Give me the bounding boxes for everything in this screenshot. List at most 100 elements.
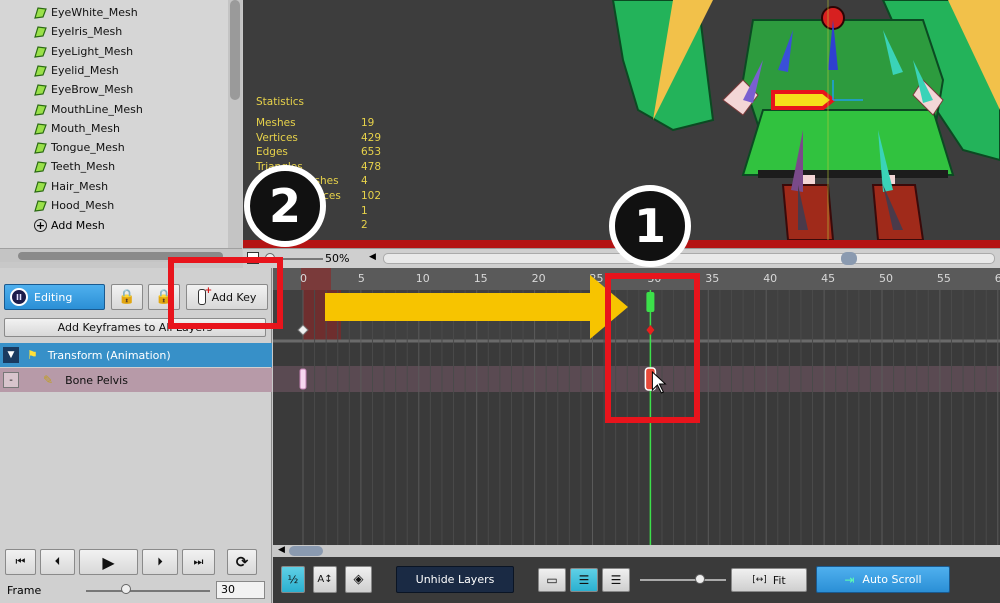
zoom-slider-handle[interactable] (265, 253, 275, 263)
row-small-icon: ▭ (546, 573, 558, 587)
mesh-icon (34, 161, 47, 174)
frame-slider[interactable] (86, 590, 210, 592)
lock-select-button[interactable]: 🔒 (111, 284, 143, 310)
first-frame-button[interactable]: ⏮ (5, 549, 36, 575)
hierarchy-horizontal-scrollbar[interactable] (0, 248, 242, 262)
sort-numbers-icon: ½ (287, 573, 299, 586)
mesh-item[interactable]: EyeIris_Mesh (34, 22, 122, 41)
mesh-item[interactable]: EyeLight_Mesh (34, 42, 133, 61)
statistics-title: Statistics (256, 96, 304, 108)
zoom-value: 50% (325, 252, 350, 265)
mesh-item[interactable]: MouthLine_Mesh (34, 100, 143, 119)
fit-button[interactable]: [↔] Fit (731, 568, 807, 592)
collapse-icon[interactable]: - (3, 372, 19, 388)
loop-icon: ⟳ (235, 553, 249, 571)
bone-layer-label: Bone Pelvis (65, 373, 128, 387)
mesh-item[interactable]: Teeth_Mesh (34, 157, 115, 176)
timeline-ruler[interactable]: 0 5 10 15 20 25 30 35 40 45 50 55 6 (273, 268, 1000, 290)
fit-view-icon[interactable] (247, 252, 259, 264)
mesh-label: Eyelid_Mesh (51, 63, 119, 77)
play-icon: ▶ (102, 552, 115, 572)
expand-icon[interactable]: ▼ (3, 347, 19, 363)
prev-frame-button[interactable]: ⏴ (40, 549, 75, 575)
layers-button[interactable]: ◈ (345, 566, 372, 593)
sort-alpha-button[interactable]: A↕ (313, 566, 337, 593)
row-size-large-button[interactable]: ☰ (602, 568, 630, 592)
mesh-label: Hood_Mesh (51, 199, 115, 212)
add-mesh-item[interactable]: + Add Mesh (34, 216, 105, 235)
unhide-layers-button[interactable]: Unhide Layers (396, 566, 514, 593)
row-medium-icon: ☰ (578, 573, 590, 587)
scroll-left-icon[interactable]: ◀ (369, 252, 376, 262)
timeline-zoom-handle[interactable] (695, 574, 705, 584)
bulb-lock-icon: 🔒 (155, 289, 173, 305)
unhide-layers-label: Unhide Layers (415, 573, 495, 586)
add-icon: + (34, 218, 47, 232)
loop-button[interactable]: ⟳ (227, 549, 257, 575)
stat-value: 653 (361, 146, 382, 159)
add-keyframes-all-label: Add Keyframes to All Layers (57, 321, 213, 334)
timeline-scroll-left-icon[interactable]: ◀ (278, 545, 285, 555)
row-size-small-button[interactable]: ▭ (538, 568, 566, 592)
timeline-h-thumb[interactable] (289, 546, 323, 556)
mesh-label: EyeLight_Mesh (51, 44, 134, 58)
range-start-region (303, 290, 341, 340)
frame-label: Frame (7, 584, 42, 597)
mesh-item[interactable]: EyeBrow_Mesh (34, 80, 133, 99)
row-size-medium-button[interactable]: ☰ (570, 568, 598, 592)
next-frame-button[interactable]: ⏵ (142, 549, 178, 575)
summary-track (273, 290, 1000, 340)
frame-slider-handle[interactable] (121, 584, 131, 594)
step-1-badge: 1 (609, 185, 691, 267)
layer-row-bone-pelvis[interactable]: - ✎ Bone Pelvis (0, 368, 272, 392)
auto-scroll-button[interactable]: ⇥ Auto Scroll (816, 566, 950, 593)
hierarchy-scroll-thumb[interactable] (230, 0, 240, 100)
stat-value: 4 (361, 175, 368, 188)
fit-label: Fit (772, 573, 786, 587)
timeline-area[interactable] (273, 268, 1000, 545)
sort-alpha-icon: A↕ (317, 574, 333, 585)
viewport-h-scrollbar[interactable] (383, 253, 995, 264)
mesh-item[interactable]: Hair_Mesh (34, 177, 108, 196)
mesh-icon (34, 123, 47, 135)
step-2-badge: 2 (244, 165, 326, 247)
bone-keyframe-0 (299, 368, 307, 390)
timeline-zoom-slider[interactable] (640, 579, 726, 581)
mesh-item[interactable]: Mouth_Mesh (34, 119, 120, 138)
onion-lock-button[interactable]: 🔒 (148, 284, 180, 310)
frame-input[interactable]: 30 (216, 581, 265, 599)
mesh-item[interactable]: EyeWhite_Mesh (34, 3, 138, 22)
transform-layer-icon: ⚑ (27, 348, 38, 362)
fit-icon: [↔] (752, 575, 767, 585)
mesh-icon (34, 26, 47, 39)
step-forward-icon: ⏵ (157, 555, 163, 568)
step-back-icon: ⏴ (54, 555, 61, 568)
mesh-label: Teeth_Mesh (51, 160, 116, 174)
timeline-h-scrollbar[interactable]: ◀ (273, 545, 1000, 557)
ruler-tick-label: 30 (647, 272, 662, 285)
play-button[interactable]: ▶ (79, 549, 138, 575)
cursor-lock-icon: 🔒 (118, 289, 136, 305)
mesh-item[interactable]: Tongue_Mesh (34, 138, 125, 157)
layer-row-transform[interactable]: ▼ ⚑ Transform (Animation) (0, 343, 272, 367)
add-mesh-label: Add Mesh (51, 219, 105, 232)
viewport-h-thumb[interactable] (841, 252, 857, 265)
ruler-tick-label: 50 (879, 272, 893, 285)
last-frame-button[interactable]: ⏭ (182, 549, 215, 575)
editing-toggle-button[interactable]: II Editing (4, 284, 105, 310)
auto-scroll-icon: ⇥ (844, 572, 855, 587)
mesh-item[interactable]: Eyelid_Mesh (34, 61, 119, 80)
mesh-icon (34, 181, 47, 193)
ruler-tick-label: 6 (994, 272, 1000, 285)
stat-label: Meshes (256, 117, 296, 129)
mesh-item[interactable]: Hood_Mesh (34, 196, 114, 215)
add-keyframes-all-button[interactable]: Add Keyframes to All Layers (4, 318, 266, 337)
editing-label: Editing (34, 290, 73, 304)
hierarchy-h-thumb[interactable] (18, 252, 223, 260)
layer-order-button[interactable]: ½ (281, 566, 305, 593)
add-key-button[interactable]: + Add Key (186, 284, 268, 310)
timeline-grid (273, 290, 1000, 545)
playhead-handle (646, 292, 655, 312)
stat-value: 1 (361, 204, 368, 217)
ruler-tick-label: 35 (705, 272, 720, 285)
